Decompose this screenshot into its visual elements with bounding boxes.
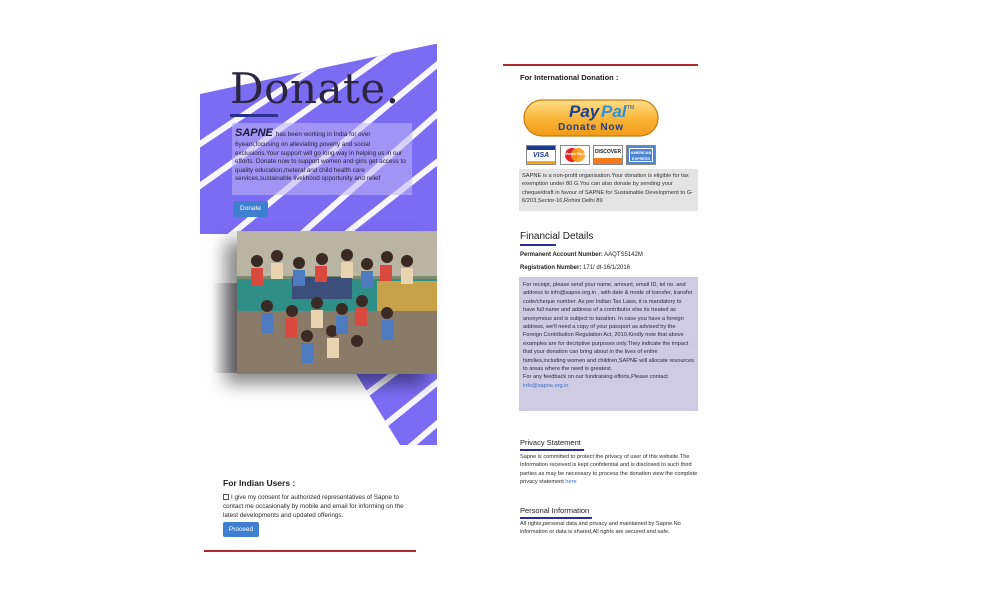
right-top-divider xyxy=(503,64,698,66)
consent-statement: I give my consent for authorized represe… xyxy=(223,493,418,520)
title-underline xyxy=(230,114,278,117)
privacy-here-link[interactable]: here xyxy=(565,479,576,485)
proceed-button[interactable]: Proceed xyxy=(223,522,259,537)
personal-information-title: Personal Information xyxy=(520,506,590,515)
paypal-brand-pal: Pal xyxy=(601,102,628,121)
personal-information-text: All rights,personal data and privacy and… xyxy=(520,521,681,536)
pan-label: Permanent Account Number: xyxy=(520,252,603,258)
discover-card-icon: DISCOVER xyxy=(593,145,623,165)
privacy-text: Sapne is committed to protect the privac… xyxy=(520,454,698,486)
paypal-tm: TM xyxy=(627,105,634,111)
financial-details-title: Financial Details xyxy=(520,231,594,242)
page-title: Donate. xyxy=(230,64,400,113)
pan-value: AAQTS5142M xyxy=(604,252,643,258)
financial-title-underline xyxy=(520,244,556,246)
intro-text-box: SAPNE has been working in India for over … xyxy=(232,123,412,195)
paypal-brand-pay: Pay xyxy=(569,102,601,121)
consent-text: I give my consent for authorized represe… xyxy=(223,494,404,520)
international-note: SAPNE is a non-profit organisation.Your … xyxy=(519,169,698,211)
registration-value: 171/ dt-16/1/2016 xyxy=(583,265,631,271)
international-donation-title: For International Donation : xyxy=(520,73,619,82)
card-logos: VISA MasterCard DISCOVER AMERICAN EXPRES… xyxy=(526,145,658,165)
consent-checkbox[interactable] xyxy=(223,494,229,500)
children-group-photo xyxy=(237,231,437,374)
privacy-statement-title: Privacy Statement xyxy=(520,438,581,447)
mastercard-card-icon: MasterCard xyxy=(560,145,590,165)
feedback-text: For any feedback on our fundraising effo… xyxy=(523,374,668,381)
privacy-statement-text: Sapne is committed to protect the privac… xyxy=(520,453,700,487)
donate-button[interactable]: Donate xyxy=(233,201,268,217)
registration-label: Registration Number: xyxy=(520,265,582,271)
registration-line: Registration Number: 171/ dt-16/1/2016 xyxy=(520,265,630,271)
receipt-info-box: For receipt, please send your name, amou… xyxy=(519,277,698,411)
feedback-email-link[interactable]: info@sapne.org.in xyxy=(523,382,694,390)
indian-users-title: For Indian Users : xyxy=(223,478,296,488)
visa-card-icon: VISA xyxy=(526,145,556,165)
paypal-action-label: Donate Now xyxy=(558,122,624,133)
paypal-donate-button[interactable]: Pay Pal TM Donate Now xyxy=(523,99,659,137)
receipt-text: For receipt, please send your name, amou… xyxy=(523,282,694,372)
personal-title-underline xyxy=(520,517,592,519)
amex-card-icon: AMERICAN EXPRESS xyxy=(626,145,656,165)
left-bottom-divider xyxy=(204,550,416,552)
pan-line: Permanent Account Number: AAQTS5142M xyxy=(520,252,643,258)
intro-brand: SAPNE xyxy=(235,127,273,139)
privacy-title-underline xyxy=(520,449,584,451)
